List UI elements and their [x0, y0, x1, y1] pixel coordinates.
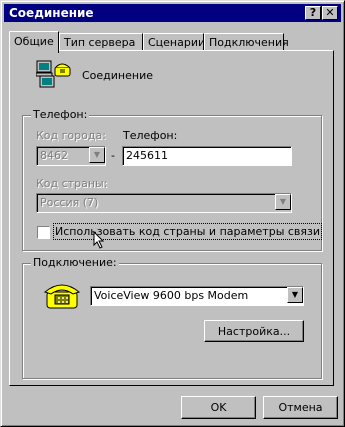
- tab-scripts[interactable]: Сценарии: [143, 33, 206, 51]
- cancel-label: Отмена: [278, 401, 323, 414]
- city-code-value: 8462: [40, 149, 68, 162]
- tab-connections[interactable]: Подключения: [204, 33, 289, 51]
- tab-panel-general: Соединение Телефон: Код города: 8462 ▼ -…: [9, 50, 334, 386]
- connect-group-legend: Подключение:: [31, 256, 119, 269]
- country-code-value: Россия (7): [40, 196, 99, 209]
- chevron-down-icon[interactable]: ▼: [89, 147, 105, 163]
- title-bar[interactable]: Соединение ? ✕: [4, 4, 341, 22]
- phone-group: Телефон: Код города: 8462 ▼ - Телефон: 2…: [22, 108, 323, 251]
- close-button[interactable]: ✕: [322, 6, 338, 20]
- close-icon: ✕: [325, 6, 335, 19]
- city-code-combo[interactable]: 8462 ▼: [36, 146, 106, 166]
- dash-separator: -: [111, 149, 115, 162]
- connect-group: Подключение: VoiceView 9600 bps Modem ▼ …: [22, 256, 322, 379]
- phone-group-legend: Телефон:: [31, 108, 90, 121]
- tab-general[interactable]: Общие: [9, 31, 59, 53]
- dialog-window: Соединение ? ✕ Общие Тип сервера Сценари…: [0, 0, 345, 427]
- help-icon: ?: [309, 6, 317, 19]
- phone-modem-icon: [43, 284, 81, 309]
- window-title: Соединение: [9, 6, 94, 20]
- phone-label: Телефон:: [123, 129, 178, 142]
- modem-select[interactable]: VoiceView 9600 bps Modem ▼: [90, 286, 304, 306]
- chevron-down-icon[interactable]: ▼: [287, 287, 303, 303]
- ok-label: OK: [210, 401, 227, 414]
- mouse-cursor-icon: [93, 231, 105, 249]
- configure-button[interactable]: Настройка...: [204, 320, 304, 342]
- cancel-button[interactable]: Отмена: [263, 396, 338, 419]
- dialup-computers-icon: [36, 60, 71, 88]
- tab-server-type[interactable]: Тип сервера: [59, 33, 143, 51]
- use-country-checkbox[interactable]: [37, 226, 50, 239]
- phone-input[interactable]: 245611: [122, 146, 292, 166]
- city-code-label: Код города:: [36, 129, 106, 142]
- chevron-down-icon[interactable]: ▼: [275, 194, 291, 210]
- tab-label: Тип сервера: [64, 36, 136, 49]
- country-code-combo[interactable]: Россия (7) ▼: [36, 193, 292, 213]
- connection-name: Соединение: [82, 69, 154, 82]
- ok-button[interactable]: OK: [181, 396, 256, 419]
- help-button[interactable]: ?: [305, 6, 321, 20]
- tab-label: Подключения: [209, 36, 289, 49]
- tab-label: Сценарии: [148, 36, 206, 49]
- country-code-label: Код страны:: [36, 177, 108, 190]
- configure-label: Настройка...: [217, 325, 291, 338]
- tab-label: Общие: [14, 35, 54, 48]
- modem-value: VoiceView 9600 bps Modem: [94, 289, 249, 302]
- phone-value: 245611: [126, 149, 168, 162]
